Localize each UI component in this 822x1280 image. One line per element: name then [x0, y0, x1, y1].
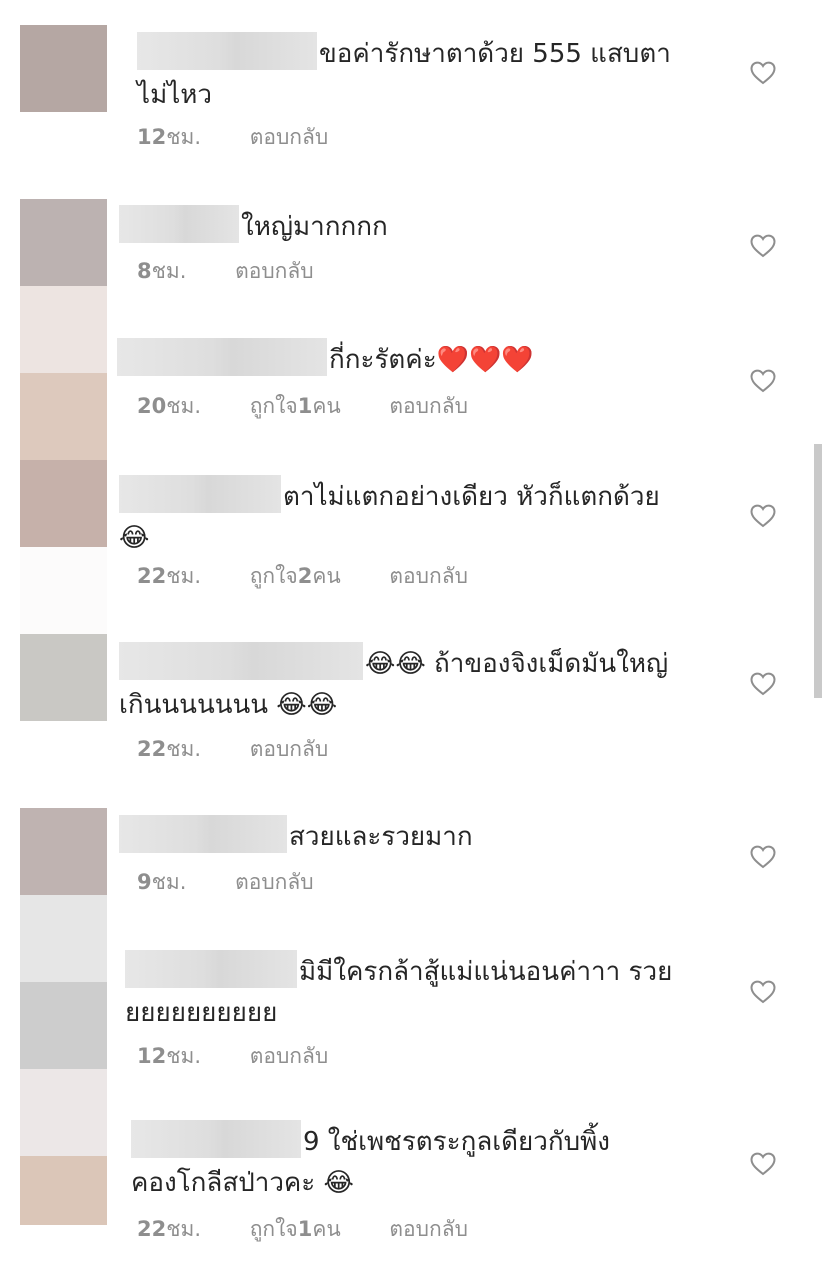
comment-time: 12 ชม.	[137, 1044, 202, 1068]
comment-meta: 12 ชม. ตอบกลับ	[137, 1042, 328, 1070]
heart-outline-icon	[750, 61, 776, 85]
avatar[interactable]	[20, 895, 107, 982]
avatar[interactable]	[20, 1069, 107, 1156]
avatar[interactable]	[20, 286, 107, 373]
blurred-username[interactable]	[119, 815, 287, 853]
reply-button[interactable]: ตอบกลับ	[250, 735, 329, 763]
like-button[interactable]	[750, 369, 776, 393]
avatar-gap	[20, 112, 107, 199]
reply-button[interactable]: ตอบกลับ	[389, 562, 468, 590]
reply-button[interactable]: ตอบกลับ	[250, 1042, 329, 1070]
blurred-username[interactable]	[131, 1120, 301, 1158]
heart-outline-icon	[750, 234, 776, 258]
like-button[interactable]	[750, 672, 776, 696]
like-button[interactable]	[750, 234, 776, 258]
comment-body: ใหญ่มากกกก	[119, 205, 699, 248]
scrollbar[interactable]	[814, 444, 822, 698]
comment-time: 22 ชม.	[137, 1217, 202, 1241]
like-button[interactable]	[750, 845, 776, 869]
blurred-username[interactable]	[117, 338, 327, 376]
avatar[interactable]	[20, 25, 107, 112]
avatar-column	[20, 25, 107, 1225]
avatar[interactable]	[20, 460, 107, 547]
avatar-gap	[20, 721, 107, 808]
comment-time: 9 ชม.	[137, 870, 187, 894]
reply-button[interactable]: ตอบกลับ	[250, 123, 329, 151]
comment-time: 8 ชม.	[137, 259, 187, 283]
heart-outline-icon	[750, 980, 776, 1004]
avatar[interactable]	[20, 808, 107, 895]
avatar[interactable]	[20, 982, 107, 1069]
blurred-username[interactable]	[119, 642, 363, 680]
comment-time: 22 ชม.	[137, 564, 202, 588]
comment-text: สวยและรวยมาก	[289, 822, 473, 852]
comment-meta: 22 ชม. ตอบกลับ	[137, 735, 328, 763]
heart-outline-icon	[750, 1152, 776, 1176]
blurred-username[interactable]	[137, 32, 317, 70]
heart-outline-icon	[750, 845, 776, 869]
comment-meta: 20 ชม. ถูกใจ 1 คน ตอบกลับ	[137, 392, 468, 420]
avatar[interactable]	[20, 199, 107, 286]
comment-text: ใหญ่มากกกก	[241, 212, 388, 242]
heart-outline-icon	[750, 504, 776, 528]
like-button[interactable]	[750, 61, 776, 85]
likes-count[interactable]: ถูกใจ 1 คน	[250, 392, 341, 420]
comment-text: กี่กะรัตค่ะ❤️❤️❤️	[329, 345, 534, 375]
blurred-username[interactable]	[125, 950, 297, 988]
heart-outline-icon	[750, 369, 776, 393]
comment-meta: 8 ชม. ตอบกลับ	[137, 257, 314, 285]
avatar-gap	[20, 547, 107, 634]
avatar[interactable]	[20, 373, 107, 460]
comment-meta: 22 ชม. ถูกใจ 2 คน ตอบกลับ	[137, 562, 468, 590]
comment-body: สวยและรวยมาก	[119, 815, 699, 858]
blurred-username[interactable]	[119, 205, 239, 243]
reply-button[interactable]: ตอบกลับ	[235, 868, 314, 896]
comment-time: 22 ชม.	[137, 737, 202, 761]
blurred-username[interactable]	[119, 475, 281, 513]
like-button[interactable]	[750, 504, 776, 528]
comment-body: กี่กะรัตค่ะ❤️❤️❤️	[117, 338, 697, 381]
reply-button[interactable]: ตอบกลับ	[389, 392, 468, 420]
like-button[interactable]	[750, 1152, 776, 1176]
avatar[interactable]	[20, 634, 107, 721]
reply-button[interactable]: ตอบกลับ	[389, 1215, 468, 1243]
comment-meta: 12 ชม. ตอบกลับ	[137, 123, 328, 151]
comment-body: ตาไม่แตกอย่างเดียว หัวก็แตกด้วย 😂	[119, 475, 699, 559]
likes-count[interactable]: ถูกใจ 1 คน	[250, 1215, 341, 1243]
reply-button[interactable]: ตอบกลับ	[235, 257, 314, 285]
likes-count[interactable]: ถูกใจ 2 คน	[250, 562, 341, 590]
comment-meta: 9 ชม. ตอบกลับ	[137, 868, 314, 896]
like-button[interactable]	[750, 980, 776, 1004]
comment-time: 20 ชม.	[137, 394, 202, 418]
avatar[interactable]	[20, 1156, 107, 1225]
comment-body: มิมีใครกล้าสู้แม่แน่นอนค่าาา รวย ยยยยยยย…	[125, 950, 705, 1034]
comment-body: 😂😂 ถ้าของจิงเม็ดมันใหญ่ เกินนนนนนน 😂😂	[119, 642, 699, 726]
comment-body: 9 ใช่เพชรตระกูลเดียวกับพิ้ง คองโกลีสป่าว…	[131, 1120, 711, 1204]
heart-outline-icon	[750, 672, 776, 696]
comment-time: 12 ชม.	[137, 125, 202, 149]
comment-meta: 22 ชม. ถูกใจ 1 คน ตอบกลับ	[137, 1215, 468, 1243]
comment-body: ขอค่ารักษาตาด้วย 555 แสบตา ไม่ไหว	[137, 32, 717, 116]
